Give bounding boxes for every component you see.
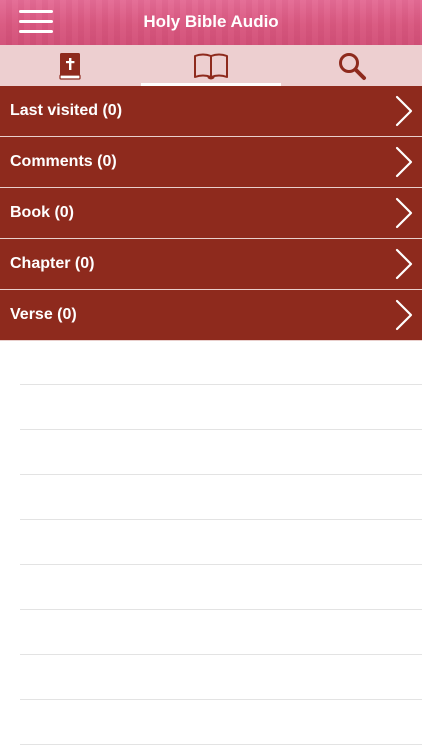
empty-table-area bbox=[20, 340, 422, 745]
list-item-label: Comments (0) bbox=[10, 153, 117, 170]
chevron-right-icon bbox=[395, 95, 413, 127]
empty-row-divider bbox=[20, 430, 422, 475]
list-item-comments[interactable]: Comments (0) bbox=[0, 137, 422, 188]
search-icon bbox=[338, 52, 366, 80]
list-item-label: Last visited (0) bbox=[10, 102, 123, 119]
list-item-label: Chapter (0) bbox=[10, 255, 95, 272]
open-book-icon bbox=[194, 53, 228, 79]
empty-row-divider bbox=[20, 520, 422, 565]
bible-book-icon bbox=[59, 52, 81, 80]
tab-bar bbox=[0, 45, 422, 86]
empty-row-divider bbox=[20, 610, 422, 655]
chevron-right-icon bbox=[395, 299, 413, 331]
empty-row-divider bbox=[20, 655, 422, 700]
chevron-right-icon bbox=[395, 248, 413, 280]
tab-bible[interactable] bbox=[0, 45, 141, 86]
list-item-label: Verse (0) bbox=[10, 306, 77, 323]
app-header: Holy Bible Audio bbox=[0, 0, 422, 45]
empty-row-divider bbox=[20, 385, 422, 430]
tab-reading[interactable] bbox=[140, 45, 282, 86]
chevron-right-icon bbox=[395, 197, 413, 229]
chevron-right-icon bbox=[395, 146, 413, 178]
list-item-verse[interactable]: Verse (0) bbox=[0, 290, 422, 341]
tab-search[interactable] bbox=[281, 45, 422, 86]
list-item-book[interactable]: Book (0) bbox=[0, 188, 422, 239]
page-title: Holy Bible Audio bbox=[143, 12, 279, 31]
list-item-chapter[interactable]: Chapter (0) bbox=[0, 239, 422, 290]
empty-row-divider bbox=[20, 340, 422, 385]
history-list: Last visited (0) Comments (0) Book (0) C… bbox=[0, 86, 422, 341]
list-item-last-visited[interactable]: Last visited (0) bbox=[0, 86, 422, 137]
empty-row-divider bbox=[20, 700, 422, 745]
empty-row-divider bbox=[20, 475, 422, 520]
list-item-label: Book (0) bbox=[10, 204, 74, 221]
empty-row-divider bbox=[20, 565, 422, 610]
